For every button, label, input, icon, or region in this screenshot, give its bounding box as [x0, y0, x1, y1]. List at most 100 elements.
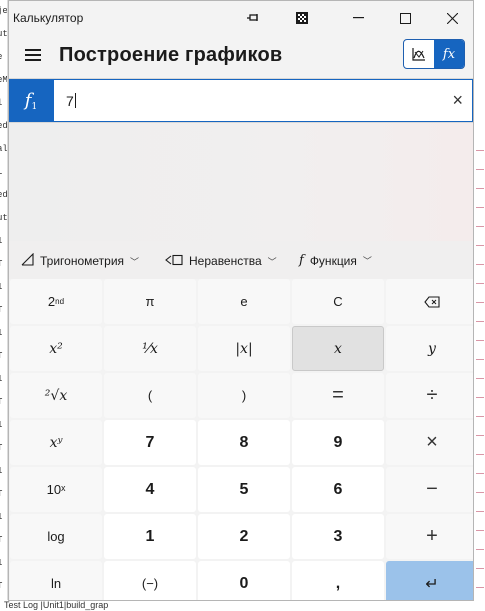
digit-3-button[interactable]: 3: [292, 514, 384, 559]
background-line-fragment: [476, 226, 484, 227]
ln-button[interactable]: ln: [10, 561, 102, 600]
right-paren-button[interactable]: ): [198, 373, 290, 418]
function-input-row: f1 7 ×: [9, 78, 473, 123]
chevron-down-icon: ﹀: [362, 256, 372, 266]
function-f-icon: f: [299, 253, 304, 268]
maximize-icon[interactable]: [382, 1, 428, 35]
background-line-fragment: [476, 188, 484, 189]
background-text-fragment: T: [0, 299, 7, 322]
graph-icon[interactable]: [404, 40, 434, 68]
background-text-fragment: ed: [0, 121, 8, 131]
ten-power-x-button[interactable]: 10ˣ: [10, 467, 102, 512]
background-line-fragment: [476, 568, 484, 569]
background-line-fragment: [476, 207, 484, 208]
header-bar: Построение графиков fx: [9, 35, 473, 75]
background-line-fragment: [476, 302, 484, 303]
background-text-fragment: T: [0, 483, 7, 506]
y-variable-button[interactable]: y: [386, 326, 473, 371]
trigonometry-dropdown[interactable]: Тригонометрия ﹀: [21, 252, 139, 269]
keypad-toolbar: Тригонометрия ﹀ Неравенства ﹀ f Функция …: [9, 241, 473, 279]
digit-2-button[interactable]: 2: [198, 514, 290, 559]
function-icon[interactable]: fx: [434, 40, 464, 68]
decimal-comma-button[interactable]: ,: [292, 561, 384, 600]
text-cursor: [74, 93, 76, 108]
background-line-fragment: [476, 150, 484, 151]
background-line-fragment: [476, 416, 484, 417]
graph-plot-area[interactable]: [9, 123, 473, 241]
x-power-y-button[interactable]: xʸ: [10, 420, 102, 465]
close-icon[interactable]: [429, 1, 473, 35]
negate-button[interactable]: (−): [104, 561, 196, 600]
function-label[interactable]: f1: [9, 79, 53, 122]
background-text-fragment: ut: [0, 29, 8, 39]
inequalities-dropdown[interactable]: Неравенства ﹀: [165, 253, 277, 269]
pi-button[interactable]: π: [104, 279, 196, 324]
background-line-fragment: [476, 473, 484, 474]
background-text-fragment: 1: [0, 506, 7, 529]
absolute-value-button[interactable]: |x|: [198, 326, 290, 371]
second-button[interactable]: 2nd: [10, 279, 102, 324]
inequality-icon: [165, 253, 183, 269]
background-text-fragment: T: [0, 253, 7, 276]
x-squared-button[interactable]: x²: [10, 326, 102, 371]
reciprocal-button[interactable]: ¹⁄x: [104, 326, 196, 371]
background-line-fragment: [476, 245, 484, 246]
page-title: Построение графиков: [59, 43, 283, 66]
pin-icon[interactable]: [231, 1, 277, 35]
function-value: 7: [66, 92, 74, 109]
enter-button[interactable]: ↵: [386, 561, 473, 600]
equals-button[interactable]: =: [292, 373, 384, 418]
background-line-fragment: [476, 511, 484, 512]
background-text-fragment: e: [0, 46, 7, 69]
background-text-fragment: l: [0, 92, 7, 115]
minus-button[interactable]: −: [386, 467, 473, 512]
x-variable-button[interactable]: x: [292, 326, 384, 371]
background-line-fragment: [476, 264, 484, 265]
background-text-fragment: ut: [0, 213, 8, 223]
minimize-icon[interactable]: [335, 1, 381, 35]
log-button[interactable]: log: [10, 514, 102, 559]
trigonometry-label: Тригонометрия: [40, 254, 125, 268]
inequalities-label: Неравенства: [189, 254, 262, 268]
digit-1-button[interactable]: 1: [104, 514, 196, 559]
digit-4-button[interactable]: 4: [104, 467, 196, 512]
background-window-right-strip: [473, 0, 485, 611]
compact-overlay-icon[interactable]: [279, 1, 325, 35]
title-bar: Калькулятор: [9, 1, 473, 35]
digit-8-button[interactable]: 8: [198, 420, 290, 465]
background-text-fragment: L: [0, 161, 7, 184]
background-line-fragment: [476, 435, 484, 436]
function-dropdown-label: Функция: [309, 253, 357, 268]
hamburger-menu-icon[interactable]: [13, 35, 53, 75]
background-line-fragment: [476, 378, 484, 379]
keypad: 2nd π e C x² ¹⁄x |x| x y ²√x ( ) = ÷ xʸ …: [10, 279, 473, 600]
digit-9-button[interactable]: 9: [292, 420, 384, 465]
background-text-fragment: T: [0, 437, 7, 460]
left-paren-button[interactable]: (: [104, 373, 196, 418]
background-text-fragment: al: [0, 144, 8, 154]
plus-button[interactable]: +: [386, 514, 473, 559]
background-line-fragment: [476, 549, 484, 550]
background-text-fragment: T: [0, 575, 7, 598]
background-text-fragment: ed: [0, 190, 8, 200]
function-index: 1: [31, 101, 38, 112]
background-text-fragment: T: [0, 391, 7, 414]
background-line-fragment: [476, 454, 484, 455]
background-window-strip: jeuteeMledalLedut1T1T1T1T1T1T1T1T: [0, 0, 8, 611]
clear-input-icon[interactable]: ×: [452, 91, 463, 109]
digit-5-button[interactable]: 5: [198, 467, 290, 512]
background-line-fragment: [476, 587, 484, 588]
function-dropdown[interactable]: f Функция ﹀: [299, 253, 372, 268]
digit-7-button[interactable]: 7: [104, 420, 196, 465]
root-button[interactable]: ²√x: [10, 373, 102, 418]
divide-button[interactable]: ÷: [386, 373, 473, 418]
clear-button[interactable]: C: [292, 279, 384, 324]
digit-6-button[interactable]: 6: [292, 467, 384, 512]
background-line-fragment: [476, 169, 484, 170]
digit-0-button[interactable]: 0: [198, 561, 290, 600]
backspace-button[interactable]: [386, 279, 473, 324]
multiply-button[interactable]: ×: [386, 420, 473, 465]
function-input[interactable]: 7: [53, 79, 473, 122]
background-line-fragment: [476, 492, 484, 493]
e-button[interactable]: e: [198, 279, 290, 324]
